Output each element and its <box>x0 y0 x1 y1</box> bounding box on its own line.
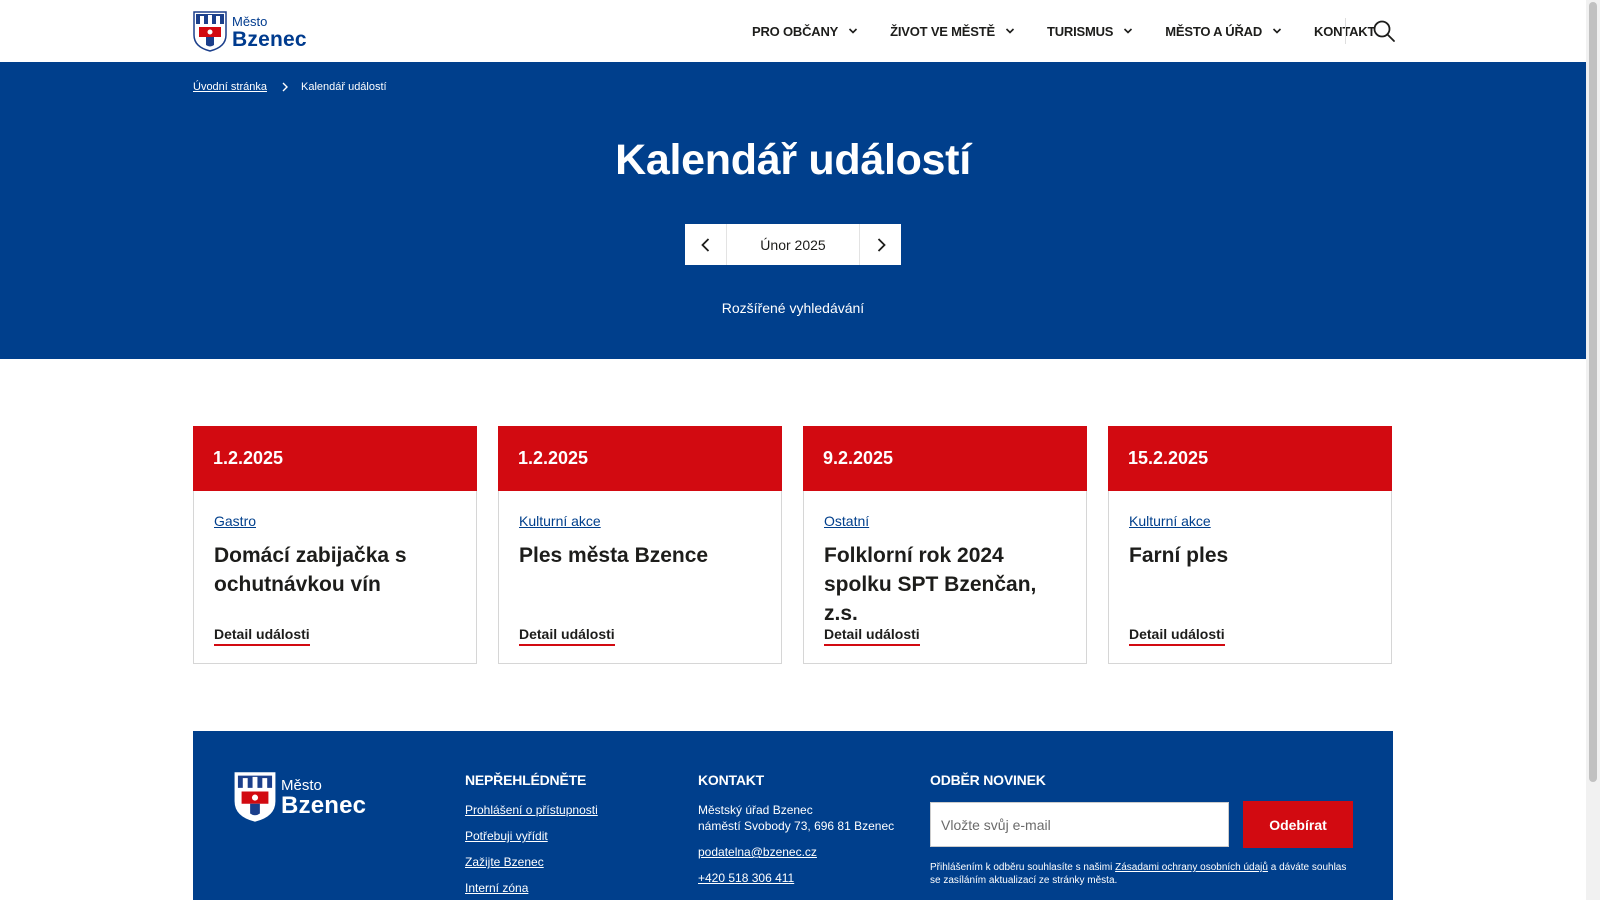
site-header: Město Bzenec PRO OBČANY ŽIVOT VE MĚSTĚ T… <box>0 0 1585 62</box>
chevron-down-icon <box>1124 28 1133 34</box>
chevron-down-icon <box>849 28 858 34</box>
event-detail-link[interactable]: Detail události <box>214 626 310 646</box>
event-title: Domácí zabijačka s ochutnávkou vín <box>214 544 407 596</box>
next-month-button[interactable] <box>859 224 901 265</box>
event-card: 1.2.2025 Gastro Domácí zabijačka s ochut… <box>193 426 477 664</box>
footer-logo-big-text: Bzenec <box>281 792 367 819</box>
contact-phone-link[interactable]: +420 518 306 411 <box>698 870 894 886</box>
footer-logo[interactable]: Město Bzenec <box>234 772 366 822</box>
contact-email-link[interactable]: podatelna@bzenec.cz <box>698 844 894 860</box>
event-date: 15.2.2025 <box>1108 426 1392 491</box>
nav-zivot-ve-meste[interactable]: ŽIVOT VE MĚSTĚ <box>890 24 1015 39</box>
breadcrumb: Úvodní stránka Kalendář událostí <box>193 81 387 93</box>
crest-icon <box>193 11 227 52</box>
crest-icon <box>234 772 276 822</box>
breadcrumb-home-link[interactable]: Úvodní stránka <box>193 81 267 93</box>
nav-pro-obcany[interactable]: PRO OBČANY <box>752 24 858 39</box>
nav-label: MĚSTO A ÚŘAD <box>1165 23 1263 39</box>
footer-logo-small-text: Město <box>281 777 322 794</box>
chevron-down-icon <box>1272 28 1282 34</box>
event-title: Farní ples <box>1129 544 1229 567</box>
site-footer: Město Bzenec NEPŘEHLÉDNĚTE Prohlášení o … <box>193 731 1393 900</box>
breadcrumb-current: Kalendář událostí <box>300 81 387 93</box>
footer-heading: ODBĚR NOVINEK <box>930 772 1046 788</box>
footer-links-column: NEPŘEHLÉDNĚTE Prohlášení o přístupnosti … <box>465 772 598 906</box>
event-card: 1.2.2025 Kulturní akce Ples města Bzence… <box>498 426 782 664</box>
event-card: 15.2.2025 Kulturní akce Farní ples Detai… <box>1108 426 1392 664</box>
nav-divider <box>1345 18 1346 44</box>
newsletter-consent-note: Přihlášením k odběru souhlasíte s našimi… <box>930 861 1356 887</box>
scrollbar-thumb[interactable] <box>1589 2 1597 782</box>
footer-link-zazijte-bzenec[interactable]: Zažijte Bzenec <box>465 854 598 870</box>
site-logo[interactable]: Město Bzenec <box>193 11 307 52</box>
footer-link-potrebuji-vyridit[interactable]: Potřebuji vyřídit <box>465 828 598 844</box>
footer-link-interni-zona[interactable]: Interní zóna <box>465 880 598 896</box>
prev-month-button[interactable] <box>685 224 727 265</box>
footer-heading: NEPŘEHLÉDNĚTE <box>465 772 587 788</box>
consent-text-before: Přihlášením k odběru souhlasíte s našimi <box>930 862 1116 873</box>
event-category-link[interactable]: Ostatní <box>824 513 869 529</box>
footer-newsletter-column: ODBĚR NOVINEK Odebírat Přihlášením k odb… <box>930 772 1356 887</box>
event-category-link[interactable]: Kulturní akce <box>519 513 601 529</box>
newsletter-form: Odebírat <box>930 801 1356 848</box>
footer-heading: KONTAKT <box>698 772 764 788</box>
event-date: 9.2.2025 <box>803 426 1087 491</box>
chevron-down-icon <box>1005 28 1015 34</box>
chevron-right-icon <box>282 82 288 92</box>
main-nav: PRO OBČANY ŽIVOT VE MĚSTĚ TURISMUS MĚSTO… <box>752 0 1375 62</box>
event-card: 9.2.2025 Ostatní Folklorní rok 2024 spol… <box>803 426 1087 664</box>
subscribe-button[interactable]: Odebírat <box>1243 801 1353 848</box>
nav-label: ŽIVOT VE MĚSTĚ <box>890 23 995 39</box>
chevron-right-icon <box>877 237 886 252</box>
event-title: Folklorní rok 2024 spolku SPT Bzenčan, z… <box>824 544 1037 625</box>
event-category-link[interactable]: Gastro <box>214 513 256 529</box>
privacy-policy-link[interactable]: Zásadami ochrany osobních údajů <box>1115 862 1268 873</box>
current-month: Únor 2025 <box>760 236 826 253</box>
page-title: Kalendář událostí <box>615 136 971 184</box>
event-date: 1.2.2025 <box>498 426 782 491</box>
nav-label: PRO OBČANY <box>752 23 839 39</box>
chevron-left-icon <box>700 237 709 252</box>
search-icon[interactable] <box>1372 19 1396 43</box>
nav-turismus[interactable]: TURISMUS <box>1047 24 1133 39</box>
hero-section: Úvodní stránka Kalendář událostí Kalendá… <box>0 62 1586 359</box>
footer-contact-column: KONTAKT Městský úřad Bzenec náměstí Svob… <box>698 772 894 886</box>
footer-link-accessibility[interactable]: Prohlášení o přístupnosti <box>465 802 598 818</box>
nav-label: TURISMUS <box>1046 23 1114 39</box>
event-title: Ples města Bzence <box>519 544 709 567</box>
event-detail-link[interactable]: Detail události <box>1129 626 1225 646</box>
nav-mesto-a-urad[interactable]: MĚSTO A ÚŘAD <box>1165 24 1282 39</box>
event-detail-link[interactable]: Detail události <box>519 626 615 646</box>
logo-small-text: Město <box>232 14 268 29</box>
logo-big-text: Bzenec <box>232 28 307 51</box>
page-scrollbar[interactable] <box>1586 0 1600 900</box>
event-detail-link[interactable]: Detail události <box>824 626 920 646</box>
month-navigator: Únor 2025 <box>685 224 901 265</box>
advanced-search-link[interactable]: Rozšířené vyhledávání <box>0 300 1586 316</box>
event-category-link[interactable]: Kulturní akce <box>1129 513 1211 529</box>
office-name: Městský úřad Bzenec <box>698 803 813 817</box>
event-date: 1.2.2025 <box>193 426 477 491</box>
office-address: náměstí Svobody 73, 696 81 Bzenec <box>698 819 895 833</box>
event-list: 1.2.2025 Gastro Domácí zabijačka s ochut… <box>193 426 1392 664</box>
newsletter-email-input[interactable] <box>930 802 1229 847</box>
